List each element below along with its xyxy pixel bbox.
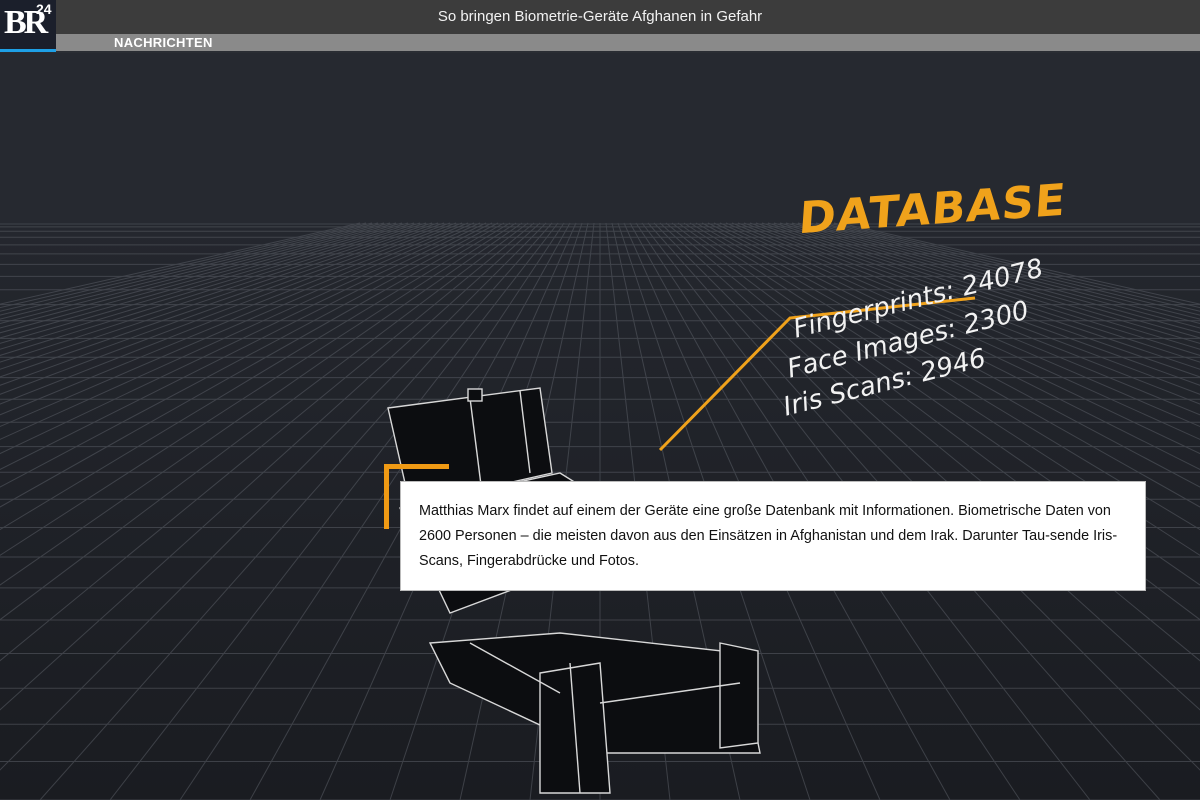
caption-box: Matthias Marx findet auf einem der Gerät… xyxy=(400,481,1146,591)
caption-text: Matthias Marx findet auf einem der Gerät… xyxy=(419,503,1118,569)
scene-graphics xyxy=(0,53,1200,800)
page-title: So bringen Biometrie-Geräte Afghanen in … xyxy=(437,8,763,25)
logo-underline xyxy=(0,49,56,52)
logo-superscript: 24 xyxy=(36,1,52,17)
section-bar: NACHRICHTEN xyxy=(56,34,1200,51)
section-link-nachrichten[interactable]: NACHRICHTEN xyxy=(114,34,213,51)
top-bar: So bringen Biometrie-Geräte Afghanen in … xyxy=(0,0,1200,34)
3d-scene xyxy=(0,53,1200,800)
br24-logo[interactable]: BR 24 xyxy=(0,0,56,52)
